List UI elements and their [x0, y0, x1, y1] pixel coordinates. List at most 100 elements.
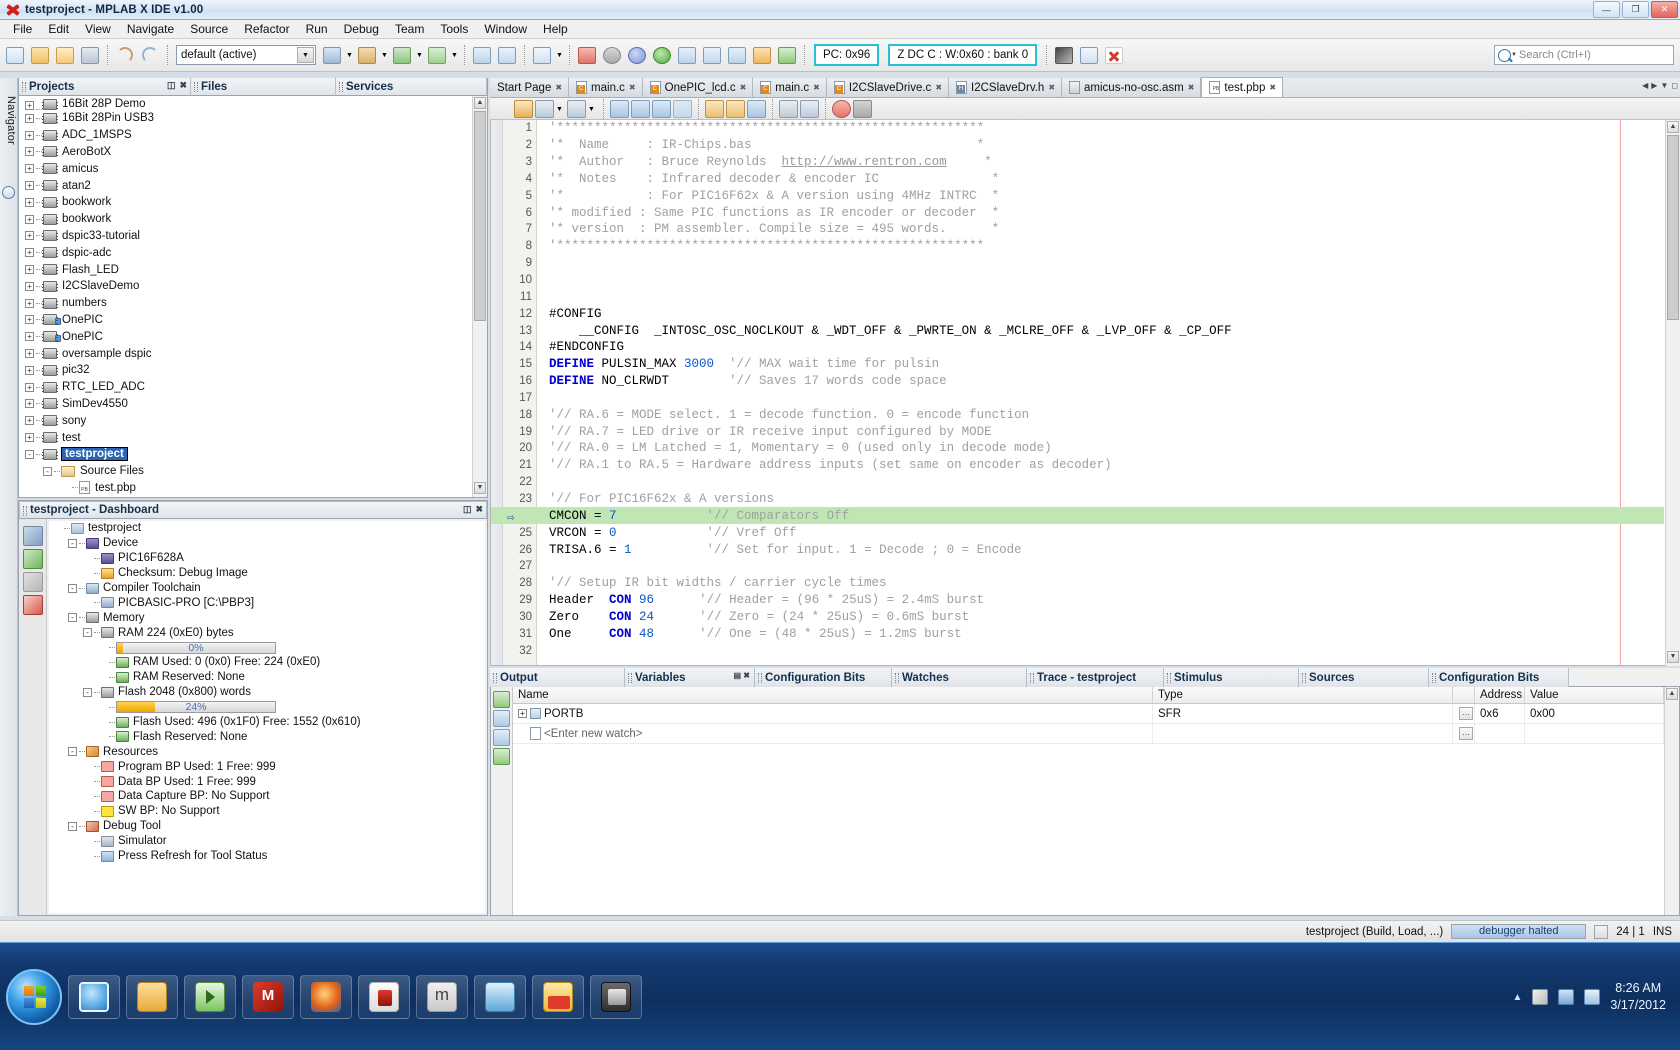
code-line[interactable]: 2'* Name : IR-Chips.bas * — [491, 137, 1664, 154]
new-watch-cell[interactable]: <Enter new watch> — [513, 724, 1153, 743]
project-tree-item[interactable]: +RTC_LED_ADC — [19, 379, 474, 396]
watches-scrollbar[interactable]: ▲ — [1664, 687, 1679, 915]
output-tab[interactable]: Configuration Bits — [755, 668, 892, 687]
close-icon[interactable]: ✖ — [475, 504, 483, 515]
program-dropdown-icon[interactable]: ▼ — [415, 43, 424, 67]
configuration-combo[interactable]: default (active) ▼ — [176, 45, 316, 65]
project-tree-item[interactable]: +16Bit 28Pin USB3 — [19, 110, 474, 127]
stopwatch-icon[interactable] — [1077, 43, 1101, 67]
dashboard-tree-item[interactable]: -Compiler Toolchain — [49, 581, 485, 596]
code-line[interactable]: 1'**************************************… — [491, 120, 1664, 137]
project-tree-item[interactable]: +Flash_LED — [19, 261, 474, 278]
bookmark-dropdown2-icon[interactable]: ▼ — [588, 100, 597, 118]
watch-name-cell[interactable]: + PORTB — [513, 704, 1153, 723]
new-file-icon[interactable] — [3, 43, 27, 67]
editor-tab[interactable]: I2CSlaveDrv.h✖ — [949, 78, 1062, 97]
uncomment-icon[interactable] — [726, 100, 745, 118]
expand-icon[interactable]: + — [518, 709, 527, 718]
expand-collapse-icon[interactable]: - — [68, 822, 77, 831]
menu-window[interactable]: Window — [476, 21, 535, 37]
code-line[interactable]: 22 — [491, 474, 1664, 491]
dashboard-tree-item[interactable]: testproject — [49, 521, 485, 536]
open-project-icon[interactable] — [53, 43, 77, 67]
code-line[interactable]: 13 __CONFIG _INTOSC_OSC_NOCLKOUT & _WDT_… — [491, 322, 1664, 339]
clock[interactable]: 8:26 AM 3/17/2012 — [1610, 980, 1666, 1014]
code-line[interactable]: 20'// RA.0 = LM Latched = 1, Momentary =… — [491, 440, 1664, 457]
tab-services[interactable]: Services — [336, 78, 487, 96]
tab-scroll-controls[interactable]: ◀ ▶ ▼ ◻ — [1642, 81, 1678, 90]
debug-project-icon[interactable] — [530, 43, 554, 67]
dashboard-tree-item[interactable]: PICBASIC-PRO [C:\PBP3] — [49, 595, 485, 610]
new-watch-value-cell[interactable] — [1525, 724, 1664, 743]
dashboard-tree-item[interactable]: SW BP: No Support — [49, 804, 485, 819]
panel-header-buttons[interactable]: ▤ ✖ — [734, 671, 750, 680]
new-watch-ellipsis[interactable]: … — [1453, 724, 1475, 743]
expand-collapse-icon[interactable]: - — [68, 584, 77, 593]
volume-icon[interactable] — [1584, 989, 1600, 1005]
watch-type-ellipsis[interactable]: … — [1453, 704, 1475, 723]
code-line[interactable]: 5'* : For PIC16F62x & A version using 4M… — [491, 187, 1664, 204]
expand-collapse-icon[interactable]: - — [43, 467, 52, 476]
output-tab[interactable]: Configuration Bits — [1429, 668, 1569, 687]
dashboard-tree-item[interactable]: Program BP Used: 1 Free: 999 — [49, 759, 485, 774]
scroll-up-icon[interactable]: ▲ — [1666, 688, 1678, 700]
expand-collapse-icon[interactable]: + — [25, 248, 34, 257]
dashboard-tree-item[interactable]: Data Capture BP: No Support — [49, 789, 485, 804]
new-project-icon[interactable] — [28, 43, 52, 67]
expand-collapse-icon[interactable]: + — [25, 231, 34, 240]
project-tree-item[interactable]: +OnePIC — [19, 328, 474, 345]
column-name[interactable]: Name — [513, 687, 1153, 703]
maximize-button[interactable]: ❐ — [1622, 1, 1649, 18]
media-player-icon[interactable] — [184, 975, 236, 1019]
scroll-right-icon[interactable]: ▶ — [1651, 81, 1657, 90]
code-line[interactable]: 10 — [491, 272, 1664, 289]
menu-file[interactable]: File — [5, 21, 40, 37]
expand-collapse-icon[interactable]: + — [25, 131, 34, 140]
next-error-icon[interactable] — [800, 100, 819, 118]
code-line[interactable]: 32 — [491, 642, 1664, 659]
code-line[interactable]: 27 — [491, 558, 1664, 575]
save-all-icon[interactable] — [78, 43, 102, 67]
scroll-down-icon[interactable]: ▼ — [1667, 651, 1679, 663]
code-editor[interactable]: 1'**************************************… — [490, 120, 1680, 666]
search-input[interactable]: ▼ Search (Ctrl+I) — [1494, 45, 1674, 65]
dashboard-tree-item[interactable]: Data BP Used: 1 Free: 999 — [49, 774, 485, 789]
project-tree-item[interactable]: +I2CSlaveDemo — [19, 278, 474, 295]
code-line[interactable]: 30Zero CON 24 '// Zero = (24 * 25uS) = 0… — [491, 608, 1664, 625]
expand-collapse-icon[interactable]: + — [25, 265, 34, 274]
debug-dropdown-icon[interactable]: ▼ — [555, 43, 564, 67]
close-tab-icon[interactable]: ✖ — [629, 83, 636, 92]
editor-tab[interactable]: OnePIC_lcd.c✖ — [643, 78, 754, 97]
step-over-icon[interactable] — [675, 43, 699, 67]
continue-icon[interactable] — [650, 43, 674, 67]
output-tab[interactable]: Sources — [1299, 668, 1429, 687]
menu-refactor[interactable]: Refactor — [236, 21, 297, 37]
undo-icon[interactable] — [113, 43, 137, 67]
project-tree-item[interactable]: +bookwork — [19, 211, 474, 228]
code-line[interactable]: 18'// RA.6 = MODE select. 1 = decode fun… — [491, 406, 1664, 423]
minimize-button[interactable]: — — [1593, 1, 1620, 18]
expand-collapse-icon[interactable]: + — [25, 181, 34, 190]
project-tree-item[interactable]: +OnePIC — [19, 312, 474, 329]
code-line[interactable]: ⇨CMCON = 7 '// Comparators Off — [491, 507, 1664, 524]
tab-files[interactable]: Files — [191, 78, 336, 96]
editor-tabstrip[interactable]: Start Page✖main.c✖OnePIC_lcd.c✖main.c✖I2… — [490, 78, 1680, 98]
code-line[interactable]: 3'* Author : Bruce Reynolds http://www.r… — [491, 154, 1664, 171]
expand-collapse-icon[interactable]: + — [25, 366, 34, 375]
tab-list-icon[interactable]: ▼ — [1660, 81, 1668, 90]
reset-icon[interactable] — [625, 43, 649, 67]
table-row[interactable]: <Enter new watch> … — [513, 724, 1664, 744]
project-tree-item[interactable]: +atan2 — [19, 177, 474, 194]
code-line[interactable]: 29Header CON 96 '// Header = (96 * 25uS)… — [491, 592, 1664, 609]
project-tree-item[interactable]: +numbers — [19, 295, 474, 312]
code-line[interactable]: 9 — [491, 255, 1664, 272]
dashboard-tree-item[interactable]: -Debug Tool — [49, 819, 485, 834]
output-tab[interactable]: Stimulus — [1164, 668, 1299, 687]
column-value[interactable]: Value — [1525, 687, 1664, 703]
dashboard-tree-item[interactable]: -Memory — [49, 610, 485, 625]
expand-collapse-icon[interactable]: + — [25, 332, 34, 341]
expand-collapse-icon[interactable]: + — [25, 147, 34, 156]
project-tree-item[interactable]: +SimDev4550 — [19, 396, 474, 413]
dashboard-tree-item[interactable]: 0% — [49, 640, 485, 655]
project-tree-item[interactable]: +ADC_1MSPS — [19, 127, 474, 144]
